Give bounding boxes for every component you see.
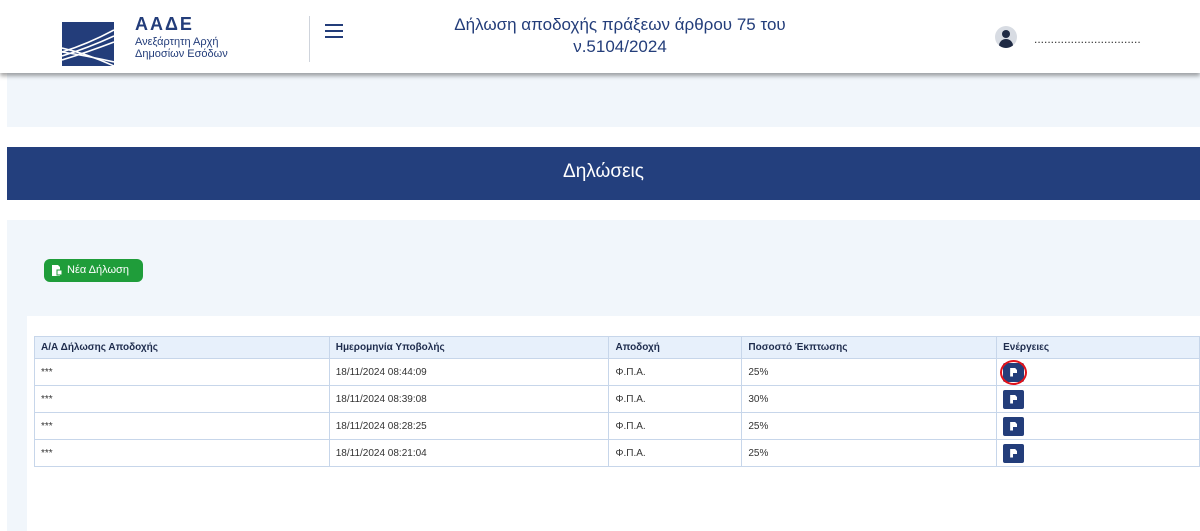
row-discount: 30% bbox=[741, 385, 998, 413]
row-date: 18/11/2024 08:21:04 bbox=[328, 439, 610, 467]
document-add-icon bbox=[52, 265, 62, 276]
table-row: *** 18/11/2024 08:21:04 Φ.Π.Α. 25% bbox=[34, 439, 1200, 467]
page-title-line2: ν.5104/2024 bbox=[573, 37, 667, 56]
row-id: *** bbox=[34, 439, 330, 467]
column-header-discount[interactable]: Ποσοστό Έκπτωσης bbox=[741, 336, 998, 359]
pdf-document-icon bbox=[1010, 394, 1018, 404]
top-header: ΑΑΔΕ Ανεξάρτητη Αρχή Δημοσίων Εσόδων Δήλ… bbox=[0, 0, 1200, 73]
column-header-id[interactable]: Α/Α Δήλωσης Αποδοχής bbox=[34, 336, 330, 359]
row-actions bbox=[996, 358, 1200, 386]
view-pdf-button[interactable] bbox=[1003, 416, 1025, 436]
view-pdf-button[interactable] bbox=[1003, 389, 1025, 409]
row-acceptance: Φ.Π.Α. bbox=[608, 385, 743, 413]
logo-subtitle-line1: Ανεξάρτητη Αρχή bbox=[135, 36, 219, 48]
header-divider bbox=[309, 16, 310, 62]
table-header-row: Α/Α Δήλωσης Αποδοχής Ημερομηνία Υποβολής… bbox=[34, 336, 1200, 359]
pdf-document-icon bbox=[1010, 421, 1018, 431]
row-id: *** bbox=[34, 412, 330, 440]
table-row: *** 18/11/2024 08:44:09 Φ.Π.Α. 25% bbox=[34, 358, 1200, 386]
user-avatar-icon[interactable] bbox=[995, 26, 1017, 48]
column-header-date[interactable]: Ημερομηνία Υποβολής bbox=[328, 336, 610, 359]
row-actions bbox=[996, 385, 1200, 413]
row-date: 18/11/2024 08:28:25 bbox=[328, 412, 610, 440]
row-acceptance: Φ.Π.Α. bbox=[608, 439, 743, 467]
declarations-table-container: Α/Α Δήλωσης Αποδοχής Ημερομηνία Υποβολής… bbox=[27, 316, 1200, 531]
row-date: 18/11/2024 08:44:09 bbox=[328, 358, 610, 386]
row-actions bbox=[996, 412, 1200, 440]
row-date: 18/11/2024 08:39:08 bbox=[328, 385, 610, 413]
aade-logo-icon[interactable] bbox=[62, 22, 114, 66]
new-declaration-button[interactable]: Νέα Δήλωση bbox=[44, 259, 143, 282]
hamburger-menu-icon[interactable] bbox=[325, 24, 343, 40]
user-name[interactable]: ................................ bbox=[1034, 32, 1141, 46]
logo-subtitle: Ανεξάρτητη Αρχή Δημοσίων Εσόδων bbox=[135, 36, 275, 60]
row-acceptance: Φ.Π.Α. bbox=[608, 412, 743, 440]
declarations-table: Α/Α Δήλωσης Αποδοχής Ημερομηνία Υποβολής… bbox=[34, 336, 1200, 467]
page-title: Δήλωση αποδοχής πράξεων άρθρου 75 του ν.… bbox=[420, 14, 820, 58]
logo-title: ΑΑΔΕ bbox=[135, 14, 194, 34]
row-discount: 25% bbox=[741, 412, 998, 440]
section-title: Δηλώσεις bbox=[563, 161, 644, 182]
pdf-document-icon bbox=[1010, 448, 1018, 458]
column-header-actions: Ενέργειες bbox=[996, 336, 1200, 359]
top-band bbox=[7, 73, 1200, 127]
row-discount: 25% bbox=[741, 358, 998, 386]
page-title-line1: Δήλωση αποδοχής πράξεων άρθρου 75 του bbox=[454, 15, 786, 34]
row-id: *** bbox=[34, 358, 330, 386]
pdf-document-icon bbox=[1010, 367, 1018, 377]
new-declaration-label: Νέα Δήλωση bbox=[67, 264, 129, 276]
table-row: *** 18/11/2024 08:39:08 Φ.Π.Α. 30% bbox=[34, 385, 1200, 413]
column-header-acceptance[interactable]: Αποδοχή bbox=[608, 336, 743, 359]
logo-subtitle-line2: Δημοσίων Εσόδων bbox=[135, 48, 228, 60]
row-acceptance: Φ.Π.Α. bbox=[608, 358, 743, 386]
view-pdf-button[interactable] bbox=[1000, 359, 1028, 385]
row-id: *** bbox=[34, 385, 330, 413]
row-discount: 25% bbox=[741, 439, 998, 467]
table-row: *** 18/11/2024 08:28:25 Φ.Π.Α. 25% bbox=[34, 412, 1200, 440]
row-actions bbox=[996, 439, 1200, 467]
view-pdf-button[interactable] bbox=[1003, 443, 1025, 463]
section-header: Δηλώσεις bbox=[7, 147, 1200, 200]
